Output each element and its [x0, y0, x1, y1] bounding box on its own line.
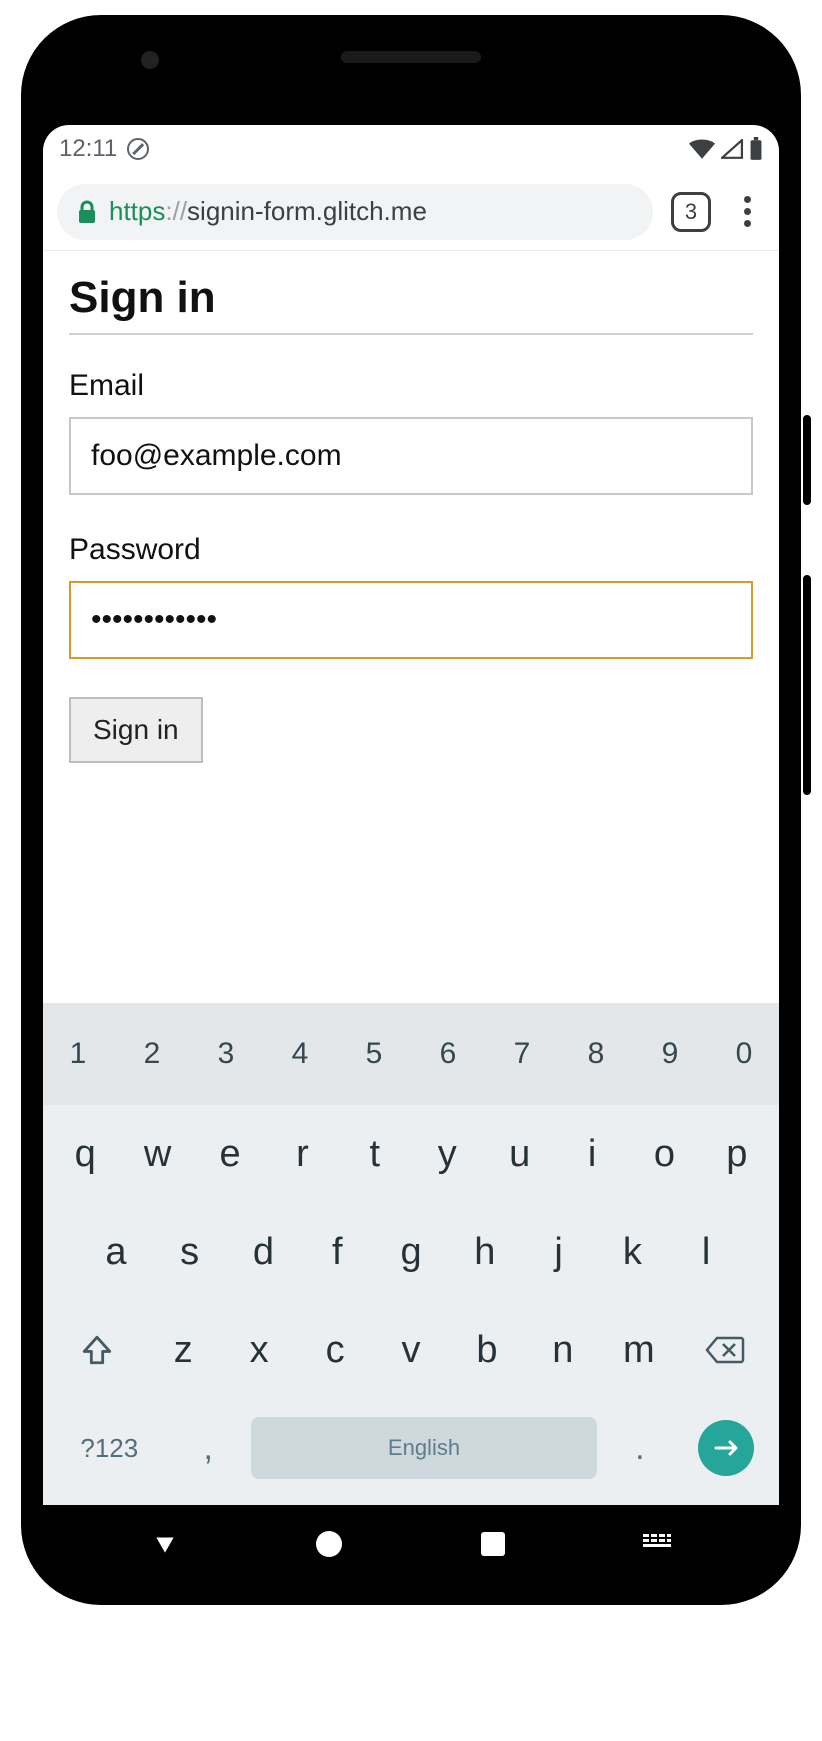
- circle-icon: [316, 1531, 342, 1557]
- key-p[interactable]: p: [705, 1115, 769, 1193]
- key-7[interactable]: 7: [489, 1015, 555, 1093]
- enter-key[interactable]: [682, 1420, 769, 1476]
- email-field-group: Email: [69, 369, 753, 495]
- comma-key[interactable]: ,: [174, 1409, 243, 1487]
- nav-home-button[interactable]: [247, 1531, 411, 1557]
- key-f[interactable]: f: [304, 1213, 370, 1291]
- browser-toolbar: https://signin-form.glitch.me 3: [43, 173, 779, 251]
- battery-icon: [749, 137, 763, 161]
- soft-keyboard: 1 2 3 4 5 6 7 8 9 0 q w e r t y: [43, 1003, 779, 1505]
- keyboard-row-3: a s d f g h j k l: [51, 1203, 771, 1301]
- key-j[interactable]: j: [526, 1213, 592, 1291]
- spacebar-key[interactable]: English: [251, 1417, 597, 1479]
- key-x[interactable]: x: [225, 1311, 293, 1389]
- key-w[interactable]: w: [125, 1115, 189, 1193]
- keyboard-row-2: q w e r t y u i o p: [51, 1105, 771, 1203]
- key-e[interactable]: e: [198, 1115, 262, 1193]
- page-title: Sign in: [69, 273, 753, 335]
- key-9[interactable]: 9: [637, 1015, 703, 1093]
- key-z[interactable]: z: [149, 1311, 217, 1389]
- key-r[interactable]: r: [270, 1115, 334, 1193]
- symbols-key[interactable]: ?123: [53, 1409, 166, 1487]
- nav-keyboard-button[interactable]: [575, 1533, 739, 1555]
- backspace-key[interactable]: [681, 1311, 769, 1389]
- password-field-group: Password: [69, 533, 753, 659]
- key-t[interactable]: t: [343, 1115, 407, 1193]
- email-label: Email: [69, 369, 753, 403]
- speaker-grille: [341, 51, 481, 63]
- key-l[interactable]: l: [673, 1213, 739, 1291]
- url-separator: ://: [165, 196, 187, 226]
- shift-key[interactable]: [53, 1311, 141, 1389]
- nav-recents-button[interactable]: [411, 1532, 575, 1556]
- keyboard-number-row: 1 2 3 4 5 6 7 8 9 0: [43, 1003, 779, 1105]
- key-o[interactable]: o: [632, 1115, 696, 1193]
- key-4[interactable]: 4: [267, 1015, 333, 1093]
- key-n[interactable]: n: [529, 1311, 597, 1389]
- password-input[interactable]: [69, 581, 753, 659]
- key-i[interactable]: i: [560, 1115, 624, 1193]
- key-c[interactable]: c: [301, 1311, 369, 1389]
- url-host: signin-form.glitch.me: [187, 196, 427, 226]
- key-d[interactable]: d: [231, 1213, 297, 1291]
- key-g[interactable]: g: [378, 1213, 444, 1291]
- tab-switcher-button[interactable]: 3: [671, 192, 711, 232]
- key-k[interactable]: k: [599, 1213, 665, 1291]
- cell-signal-icon: [721, 139, 743, 159]
- system-nav-bar: [43, 1505, 779, 1583]
- page-content: Sign in Email Password Sign in: [43, 251, 779, 1003]
- password-label: Password: [69, 533, 753, 567]
- keyboard-row-4: z x c v b n m: [51, 1301, 771, 1399]
- period-key[interactable]: .: [605, 1409, 674, 1487]
- power-button: [803, 415, 811, 505]
- key-u[interactable]: u: [487, 1115, 551, 1193]
- key-m[interactable]: m: [605, 1311, 673, 1389]
- key-y[interactable]: y: [415, 1115, 479, 1193]
- lock-icon: [77, 200, 97, 224]
- key-2[interactable]: 2: [119, 1015, 185, 1093]
- front-camera: [141, 51, 159, 69]
- key-8[interactable]: 8: [563, 1015, 629, 1093]
- phone-frame: 12:11: [21, 15, 801, 1605]
- key-0[interactable]: 0: [711, 1015, 777, 1093]
- key-a[interactable]: a: [83, 1213, 149, 1291]
- wifi-icon: [689, 139, 715, 159]
- key-q[interactable]: q: [53, 1115, 117, 1193]
- key-6[interactable]: 6: [415, 1015, 481, 1093]
- keyboard-bottom-row: ?123 , English .: [51, 1399, 771, 1497]
- volume-button: [803, 575, 811, 795]
- square-icon: [481, 1532, 505, 1556]
- address-bar[interactable]: https://signin-form.glitch.me: [57, 184, 653, 240]
- tab-count: 3: [685, 199, 697, 225]
- status-time: 12:11: [59, 135, 117, 163]
- key-v[interactable]: v: [377, 1311, 445, 1389]
- key-b[interactable]: b: [453, 1311, 521, 1389]
- nav-back-button[interactable]: [83, 1531, 247, 1557]
- key-h[interactable]: h: [452, 1213, 518, 1291]
- enter-icon: [698, 1420, 754, 1476]
- url-text: https://signin-form.glitch.me: [109, 196, 427, 227]
- key-1[interactable]: 1: [45, 1015, 111, 1093]
- key-s[interactable]: s: [157, 1213, 223, 1291]
- signin-button[interactable]: Sign in: [69, 697, 203, 763]
- status-bar: 12:11: [43, 125, 779, 173]
- key-5[interactable]: 5: [341, 1015, 407, 1093]
- email-input[interactable]: [69, 417, 753, 495]
- more-menu-button[interactable]: [729, 194, 765, 230]
- do-not-disturb-icon: [127, 138, 149, 160]
- key-3[interactable]: 3: [193, 1015, 259, 1093]
- url-scheme: https: [109, 196, 165, 226]
